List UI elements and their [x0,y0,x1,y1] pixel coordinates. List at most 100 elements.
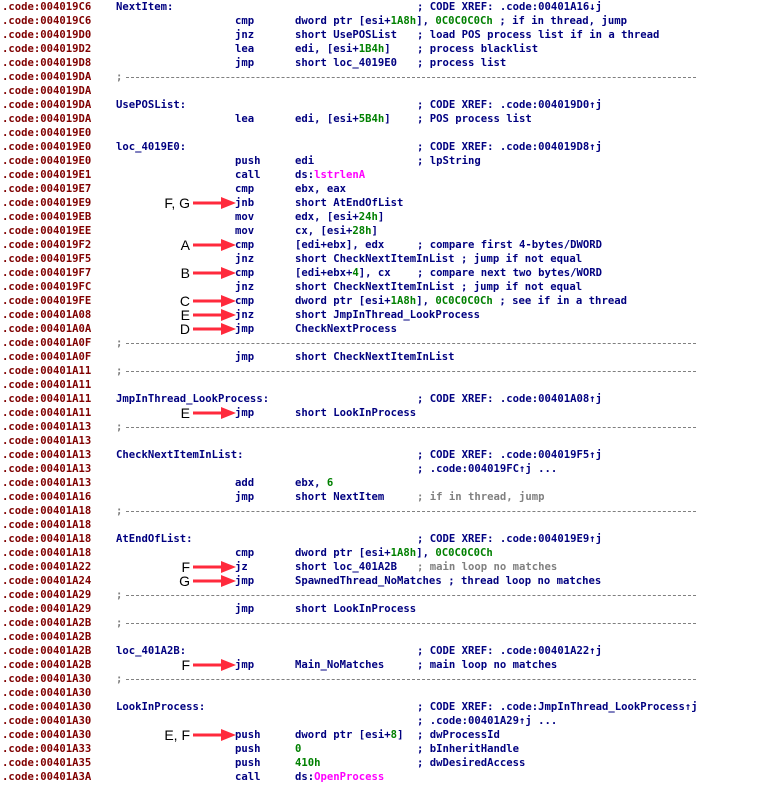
operand[interactable]: ebx, 6 [295,476,333,490]
code-line[interactable]: .code:00401A30; [0,672,758,686]
separator-line [126,371,696,372]
code-line[interactable]: .code:00401A16 jmp short NextItem ; if in t… [0,490,758,504]
code-line[interactable]: .code:004019E0 [0,126,758,140]
code-line[interactable]: .code:00401A3A call ds:OpenProcess [0,770,758,784]
code-line[interactable]: .code:00401A0A jmp CheckNextProcess [0,322,758,336]
operand[interactable]: edi, [esi+5B4h] [295,112,391,126]
operand[interactable]: dword ptr [esi+1A8h], 0C0C0C0Ch [295,546,493,560]
code-line[interactable]: .code:004019FC jnz short CheckNextItemInLi… [0,280,758,294]
code-line[interactable]: .code:00401A0F jmp short CheckNextItemInLi… [0,350,758,364]
operand[interactable]: SpawnedThread_NoMatches [295,574,442,588]
code-line[interactable]: .code:00401A2B; [0,616,758,630]
operand[interactable]: [edi+ebx+4], cx [295,266,391,280]
code-line[interactable]: .code:00401A11; [0,364,758,378]
operand[interactable]: ds:lstrlenA [295,168,365,182]
operand[interactable]: dword ptr [esi+1A8h], 0C0C0C0Ch [295,294,493,308]
code-line[interactable]: .code:004019DA; [0,70,758,84]
operand[interactable]: dword ptr [esi+1A8h], 0C0C0C0Ch [295,14,493,28]
operand[interactable]: edx, [esi+24h] [295,210,384,224]
line-address: .code:00401A18 [2,505,92,517]
operand[interactable]: ebx, eax [295,182,346,196]
code-label[interactable]: NextItem: [116,0,173,14]
operand[interactable]: short LookInProcess [295,406,416,420]
code-line[interactable]: .code:00401A24 jmp SpawnedThread_NoMatches… [0,574,758,588]
code-line[interactable]: .code:00401A11 JmpInThread_LookProcess: ; … [0,392,758,406]
code-line[interactable]: .code:004019EB mov edx, [esi+24h] [0,210,758,224]
operand[interactable]: short loc_4019E0 [295,56,397,70]
code-line[interactable]: .code:004019C6 NextItem: ; CODE XREF: .cod… [0,0,758,14]
operand[interactable]: [edi+ebx], edx [295,238,384,252]
code-line[interactable]: .code:00401A0F; [0,336,758,350]
operand[interactable]: short AtEndOfList [295,196,403,210]
code-line[interactable]: .code:004019F2 cmp [edi+ebx], edx ; compare… [0,238,758,252]
code-line[interactable]: .code:00401A11 jmp short LookInProcess [0,406,758,420]
code-line[interactable]: .code:004019D2 lea edi, [esi+1B4h] ; proces… [0,42,758,56]
code-line[interactable]: .code:00401A13 [0,434,758,448]
code-line[interactable]: .code:00401A18 AtEndOfList: ; CODE XREF: .… [0,532,758,546]
code-line[interactable]: .code:00401A18 [0,518,758,532]
code-line[interactable]: .code:004019EE mov cx, [esi+28h] [0,224,758,238]
operand[interactable]: cx, [esi+28h] [295,224,378,238]
red-arrow-icon [193,239,236,251]
code-line[interactable]: .code:004019E0 push edi ; lpString [0,154,758,168]
code-line[interactable]: .code:00401A13 add ebx, 6 [0,476,758,490]
code-label[interactable]: LookInProcess: [116,700,205,714]
code-line[interactable]: .code:004019D0 jnz short UsePOSList ; load … [0,28,758,42]
code-line[interactable]: .code:004019FE cmp dword ptr [esi+1A8h], 0… [0,294,758,308]
code-line[interactable]: .code:00401A18 cmp dword ptr [esi+1A8h], 0… [0,546,758,560]
code-line[interactable]: .code:004019F7 cmp [edi+ebx+4], cx ; compar… [0,266,758,280]
code-line[interactable]: .code:00401A29; [0,588,758,602]
code-line[interactable]: .code:004019C6 cmp dword ptr [esi+1A8h], 0… [0,14,758,28]
code-line[interactable]: .code:00401A13; [0,420,758,434]
code-line[interactable]: .code:00401A11 [0,378,758,392]
operand[interactable]: CheckNextProcess [295,322,397,336]
mnemonic: cmp [235,267,255,279]
operand[interactable]: edi [295,154,314,168]
code-label[interactable]: loc_4019E0: [116,140,186,154]
code-line[interactable]: .code:00401A2B jmp Main_NoMatches ; main lo… [0,658,758,672]
code-line[interactable]: .code:004019E9 jnb short AtEndOfList [0,196,758,210]
code-label[interactable]: CheckNextItemInList: [116,448,244,462]
code-line[interactable]: .code:00401A29 jmp short LookInProcess [0,602,758,616]
code-line[interactable]: .code:004019DA UsePOSList: ; CODE XREF: .c… [0,98,758,112]
code-line[interactable]: .code:00401A30 ; .code:00401A29↑j ... [0,714,758,728]
operand[interactable]: short JmpInThread_LookProcess [295,308,480,322]
code-line[interactable]: .code:00401A30 push dword ptr [esi+8] ; dwP… [0,728,758,742]
code-line[interactable]: .code:00401A35 push 410h ; dwDesiredAccess [0,756,758,770]
line-address: .code:00401A30 [2,687,92,699]
code-label[interactable]: AtEndOfList: [116,532,193,546]
code-line[interactable]: .code:004019F5 jnz short CheckNextItemInLi… [0,252,758,266]
operand[interactable]: short CheckNextItemInList [295,252,454,266]
code-line[interactable]: .code:004019E0 loc_4019E0: ; CODE XREF: .c… [0,140,758,154]
code-line[interactable]: .code:00401A33 push 0 ; bInheritHandle [0,742,758,756]
code-line[interactable]: .code:00401A2B loc_401A2B: ; CODE XREF: .c… [0,644,758,658]
operand[interactable]: short UsePOSList [295,28,397,42]
code-line[interactable]: .code:00401A30 [0,686,758,700]
code-line[interactable]: .code:004019DA lea edi, [esi+5B4h] ; POS pr… [0,112,758,126]
operand[interactable]: ds:OpenProcess [295,770,384,784]
operand[interactable]: short LookInProcess [295,602,416,616]
code-label[interactable]: JmpInThread_LookProcess: [116,392,269,406]
code-line[interactable]: .code:00401A13 CheckNextItemInList: ; CODE… [0,448,758,462]
code-line[interactable]: .code:004019E7 cmp ebx, eax [0,182,758,196]
code-line[interactable]: .code:004019E1 call ds:lstrlenA [0,168,758,182]
code-line[interactable]: .code:00401A22 jz short loc_401A2B; main l… [0,560,758,574]
code-line[interactable]: .code:00401A18; [0,504,758,518]
operand[interactable]: short loc_401A2B [295,560,397,574]
operand[interactable]: 0 [295,742,301,756]
code-line[interactable]: .code:00401A2B [0,630,758,644]
operand[interactable]: short CheckNextItemInList [295,280,454,294]
operand[interactable]: short CheckNextItemInList [295,350,454,364]
code-line[interactable]: .code:00401A13 ; .code:004019FC↑j ... [0,462,758,476]
operand[interactable]: dword ptr [esi+8] [295,728,403,742]
code-line[interactable]: .code:00401A08 jnz short JmpInThread_LookP… [0,308,758,322]
operand[interactable]: short NextItem [295,490,384,504]
code-line[interactable]: .code:00401A30 LookInProcess: ; CODE XREF:… [0,700,758,714]
code-label[interactable]: UsePOSList: [116,98,186,112]
operand[interactable]: 410h [295,756,321,770]
operand[interactable]: Main_NoMatches [295,658,384,672]
code-label[interactable]: loc_401A2B: [116,644,186,658]
operand[interactable]: edi, [esi+1B4h] [295,42,391,56]
code-line[interactable]: .code:004019D8 jmp short loc_4019E0 ; proce… [0,56,758,70]
code-line[interactable]: .code:004019DA [0,84,758,98]
